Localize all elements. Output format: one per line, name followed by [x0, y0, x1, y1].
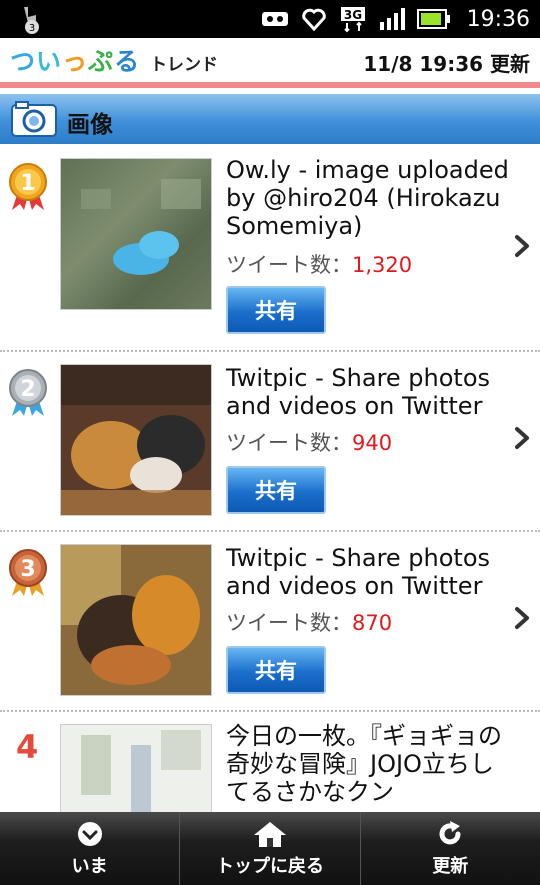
gold-medal-icon: 1 [9, 163, 47, 210]
nav-label: トップに戻る [215, 856, 324, 877]
list-item[interactable]: 3 Twitpic - Share photos and videos on T… [0, 532, 540, 712]
tweet-count: ツイート数：870 [226, 607, 392, 637]
chevron-right-icon[interactable] [512, 426, 532, 450]
tweet-count-label: ツイート数： [226, 431, 352, 455]
item-title[interactable]: Ow.ly - image uploaded by @hiro204 (Hiro… [226, 156, 516, 240]
network-3g-icon: 3G [340, 7, 365, 33]
signal-icon [379, 8, 405, 30]
nav-top-button[interactable]: トップに戻る [179, 812, 359, 885]
thumbnail-image[interactable] [60, 544, 212, 696]
thumbnail-image[interactable] [60, 364, 212, 516]
tweet-count-value: 870 [352, 611, 393, 635]
nav-label: いま [71, 856, 108, 877]
logo-char: ぷ [88, 47, 115, 76]
logo-char: っ [62, 47, 89, 76]
list-item[interactable]: 2 Twitpic - Share photos and videos on T… [0, 352, 540, 532]
thumbnail-art [61, 725, 211, 812]
tweet-count-label: ツイート数： [226, 253, 352, 277]
refresh-icon [439, 821, 461, 845]
header-subtitle: トレンド [150, 55, 218, 75]
section-title: 画像 [67, 112, 113, 138]
share-button[interactable]: 共有 [226, 466, 326, 514]
network-label: 3G [343, 8, 361, 22]
nav-now-button[interactable]: いま [0, 812, 179, 885]
thumbnail-image[interactable] [60, 724, 212, 812]
updated-timestamp: 11/8 19:36 更新 [363, 52, 530, 76]
home-icon [253, 822, 286, 847]
thumbnail-art [61, 365, 211, 515]
list-item[interactable]: 4 今日の一枚。『ギョギョの奇妙な冒険』JOJO立ちしてるさかなクン [0, 712, 540, 812]
notification-icon: 3 [24, 7, 39, 34]
logo-char: つ [10, 47, 37, 76]
nav-label: 更新 [432, 856, 469, 877]
logo-char: い [36, 47, 63, 76]
clock-time: 19:36 [466, 6, 530, 32]
app-header: ついっぷる トレンド 11/8 19:36 更新 [0, 38, 540, 82]
share-button[interactable]: 共有 [226, 646, 326, 694]
bronze-medal-icon: 3 [9, 549, 47, 596]
rank-number: 1 [20, 171, 35, 196]
item-title[interactable]: Twitpic - Share photos and videos on Twi… [226, 544, 516, 600]
status-bar: 3 3G 19:36 [0, 0, 540, 38]
bottom-nav: いま トップに戻る 更新 [0, 812, 540, 885]
rank-number: 3 [20, 557, 35, 582]
list-item[interactable]: 1 Ow.ly - image uploaded by @hiro204 (Hi… [0, 144, 540, 352]
app-logo[interactable]: ついっぷる [10, 42, 140, 78]
rank-number: 4 [16, 728, 39, 766]
silver-medal-icon: 2 [9, 369, 47, 416]
tweet-count-label: ツイート数： [226, 611, 352, 635]
chevron-right-icon[interactable] [512, 606, 532, 630]
thumbnail-image[interactable] [60, 158, 212, 310]
battery-icon [416, 9, 450, 29]
heart-sync-icon [301, 8, 326, 31]
thumbnail-art [61, 159, 211, 309]
camera-icon [11, 101, 57, 137]
thumbnail-art [61, 545, 211, 695]
section-header: 画像 [0, 94, 540, 144]
chevron-right-icon[interactable] [512, 234, 532, 258]
clock-icon [77, 822, 102, 846]
rank-number: 2 [20, 377, 35, 402]
notification-count: 3 [29, 23, 35, 34]
tweet-count-value: 940 [352, 431, 393, 455]
item-title[interactable]: Twitpic - Share photos and videos on Twi… [226, 364, 516, 420]
nav-refresh-button[interactable]: 更新 [359, 812, 540, 885]
tweet-count-value: 1,320 [352, 253, 413, 277]
tweet-count: ツイート数：1,320 [226, 249, 412, 279]
logo-char: る [114, 47, 141, 76]
share-button[interactable]: 共有 [226, 286, 326, 334]
voicemail-icon [261, 12, 288, 26]
item-title[interactable]: 今日の一枚。『ギョギョの奇妙な冒険』JOJO立ちしてるさかなクン [226, 722, 516, 806]
tweet-count: ツイート数：940 [226, 427, 392, 457]
header-divider [0, 82, 540, 88]
